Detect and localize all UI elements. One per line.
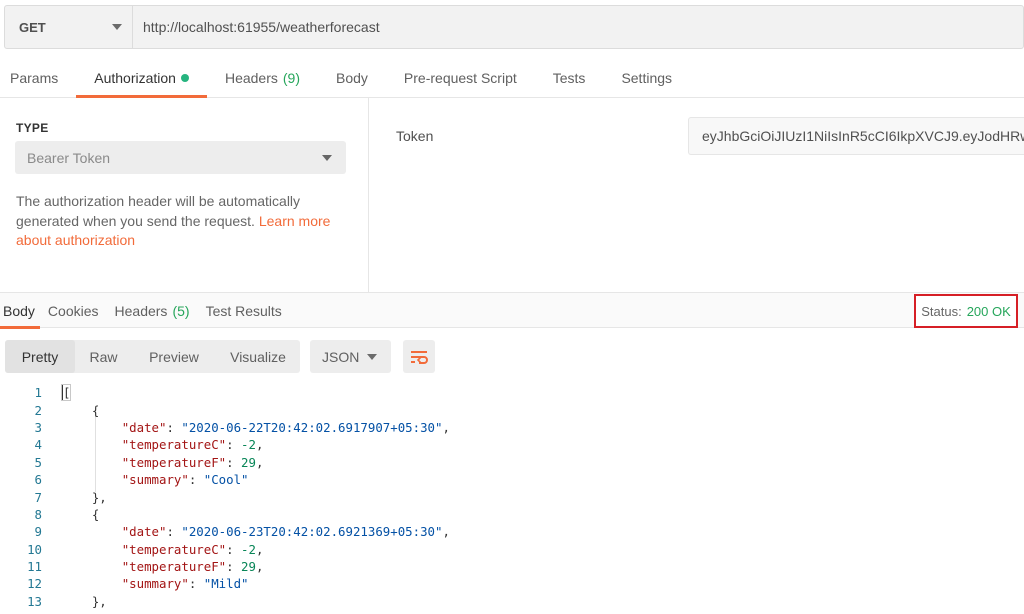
tab-label: Authorization xyxy=(94,69,176,86)
tab-label: Headers xyxy=(114,302,168,319)
code-line: 7 }, xyxy=(0,488,1024,505)
code-text: "temperatureF": 29, xyxy=(121,559,264,575)
language-select[interactable]: JSON xyxy=(310,340,391,373)
line-number: 13 xyxy=(27,593,42,609)
status-value: 200 OK xyxy=(966,303,1011,319)
response-body-editor[interactable]: 1[2 {3 "date": "2020-06-22T20:42:02.6917… xyxy=(0,384,1024,610)
code-text: "temperatureF": 29, xyxy=(121,454,264,470)
tab-body[interactable]: Body xyxy=(318,58,386,97)
raw-button[interactable]: Raw xyxy=(75,340,132,373)
code-line: 12 "summary": "Mild" xyxy=(0,575,1024,592)
active-dot-icon xyxy=(180,73,189,82)
auth-help-text: The authorization header will be automat… xyxy=(16,192,346,251)
code-text: [ xyxy=(60,384,72,402)
response-tabs: Body Cookies Headers (5) Test Results xyxy=(0,292,1024,329)
tab-label: Settings xyxy=(621,69,673,86)
line-number: 6 xyxy=(34,472,42,488)
request-bar: GET http://localhost:61955/weatherforeca… xyxy=(4,5,1024,49)
wrap-lines-icon xyxy=(411,350,428,364)
line-number: 12 xyxy=(27,576,42,592)
line-number: 1 xyxy=(34,385,42,401)
auth-type-select[interactable]: Bearer Token xyxy=(15,141,346,174)
code-text: }, xyxy=(62,593,107,609)
code-text: "date": "2020-06-22T20:42:02.6917907+05:… xyxy=(121,419,450,435)
format-toggle-group: Pretty Raw Preview Visualize xyxy=(5,340,300,373)
code-text: { xyxy=(62,402,100,418)
line-number: 7 xyxy=(34,489,42,505)
header-count-badge: (9) xyxy=(282,69,300,86)
line-number: 2 xyxy=(34,402,42,418)
line-number: 8 xyxy=(34,506,42,522)
code-line: 1[ xyxy=(0,384,1024,402)
preview-button[interactable]: Preview xyxy=(132,340,216,373)
method-value: GET xyxy=(19,19,46,35)
visualize-button[interactable]: Visualize xyxy=(216,340,300,373)
header-count-badge: (5) xyxy=(172,302,190,319)
type-label: TYPE xyxy=(16,121,49,135)
request-tabs: Params Authorization Headers (9) Body Pre… xyxy=(0,58,1024,98)
line-number: 5 xyxy=(34,454,42,470)
tab-test-results[interactable]: Test Results xyxy=(198,293,290,328)
tab-response-body[interactable]: Body xyxy=(0,293,40,329)
code-text: "summary": "Mild" xyxy=(121,576,249,592)
tab-pre-request-script[interactable]: Pre-request Script xyxy=(386,58,535,97)
code-text: { xyxy=(62,506,100,522)
code-line: 9 "date": "2020-06-23T20:42:02.6921369+0… xyxy=(0,523,1024,540)
tab-label: Tests xyxy=(552,69,586,86)
tab-label: Body xyxy=(336,69,368,86)
tab-label: Params xyxy=(10,69,59,86)
line-number: 9 xyxy=(34,524,42,540)
auth-type-panel: TYPE Bearer Token The authorization head… xyxy=(0,98,369,292)
tab-label: Test Results xyxy=(205,302,282,319)
method-select[interactable]: GET xyxy=(5,6,133,48)
code-text: "summary": "Cool" xyxy=(121,472,249,488)
line-number: 11 xyxy=(27,559,42,575)
code-text: "temperatureC": -2, xyxy=(121,437,264,453)
tab-authorization[interactable]: Authorization xyxy=(76,58,207,98)
wrap-lines-button[interactable] xyxy=(403,340,435,373)
tab-params[interactable]: Params xyxy=(0,58,76,97)
code-text: "temperatureC": -2, xyxy=(121,541,264,557)
url-input[interactable]: http://localhost:61955/weatherforecast xyxy=(133,6,1023,48)
code-line: 4 "temperatureC": -2, xyxy=(0,436,1024,453)
code-line: 3 "date": "2020-06-22T20:42:02.6917907+0… xyxy=(0,419,1024,436)
code-line: 13 }, xyxy=(0,593,1024,610)
help-text: The authorization header will be automat… xyxy=(16,193,301,229)
tab-tests[interactable]: Tests xyxy=(535,58,604,97)
chevron-down-icon xyxy=(367,353,377,360)
status-label: Status: xyxy=(921,303,962,319)
chevron-down-icon xyxy=(322,154,332,161)
tab-label: Cookies xyxy=(47,302,99,319)
code-text: "date": "2020-06-23T20:42:02.6921369+05:… xyxy=(121,524,450,540)
code-line: 11 "temperatureF": 29, xyxy=(0,558,1024,575)
line-number: 4 xyxy=(34,437,42,453)
code-line: 6 "summary": "Cool" xyxy=(0,471,1024,488)
chevron-down-icon xyxy=(112,24,122,30)
code-line: 5 "temperatureF": 29, xyxy=(0,454,1024,471)
tab-label: Pre-request Script xyxy=(403,69,517,86)
code-text: }, xyxy=(62,489,107,505)
code-line: 2 { xyxy=(0,401,1024,418)
language-value: JSON xyxy=(322,348,360,365)
auth-type-value: Bearer Token xyxy=(27,149,111,166)
token-input[interactable]: eyJhbGciOiJIUzI1NiIsInR5cCI6IkpXVCJ9.eyJ… xyxy=(688,117,1024,155)
tab-label: Headers xyxy=(224,69,278,86)
status-badge: Status: 200 OK xyxy=(914,294,1018,328)
line-number: 3 xyxy=(34,419,42,435)
pretty-button[interactable]: Pretty xyxy=(5,340,75,373)
code-line: 10 "temperatureC": -2, xyxy=(0,541,1024,558)
tab-headers[interactable]: Headers (9) xyxy=(207,58,318,97)
tab-label: Body xyxy=(3,302,35,319)
token-label: Token xyxy=(396,128,434,144)
tab-cookies[interactable]: Cookies xyxy=(40,293,107,328)
tab-response-headers[interactable]: Headers (5) xyxy=(107,293,198,328)
tab-settings[interactable]: Settings xyxy=(603,58,690,97)
line-number: 10 xyxy=(27,541,42,557)
code-line: 8 { xyxy=(0,506,1024,523)
